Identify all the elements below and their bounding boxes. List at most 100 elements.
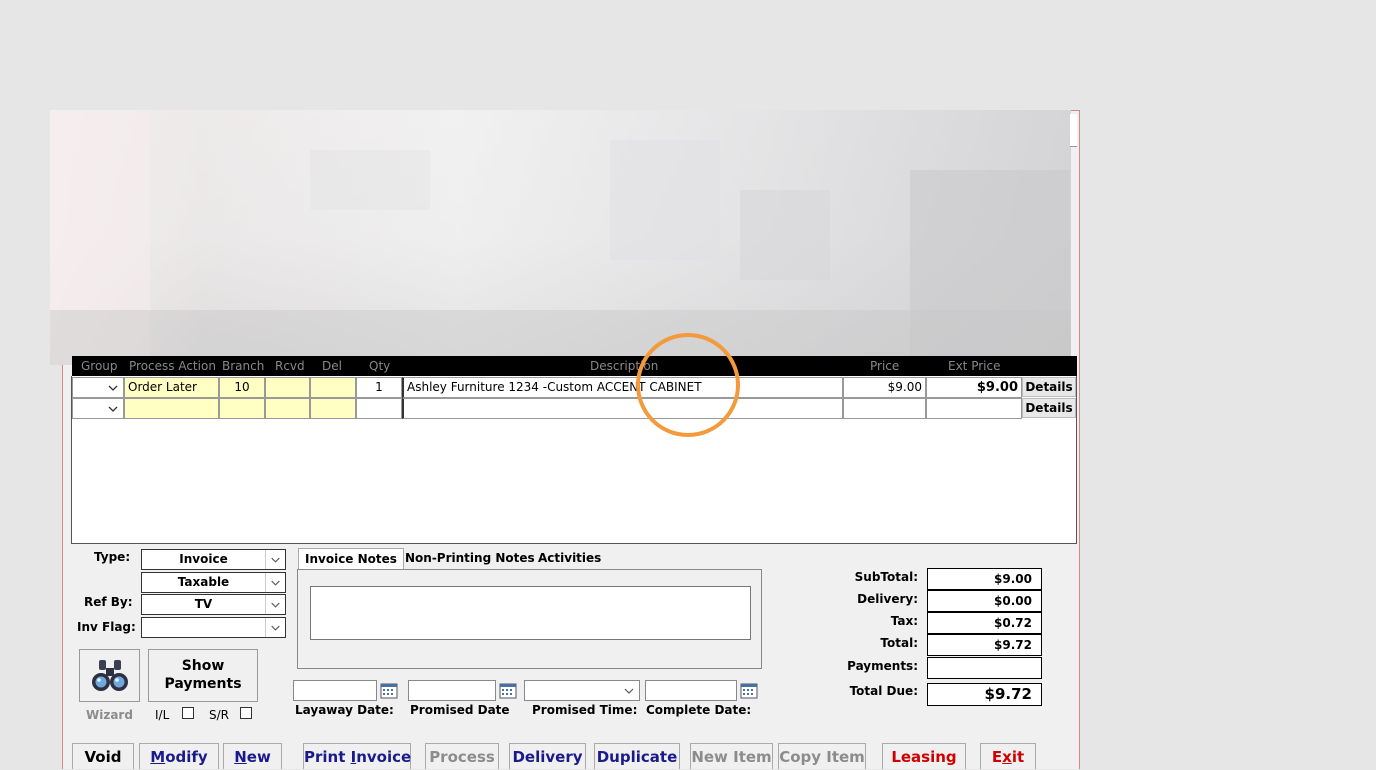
- promised-time-label: Promised Time:: [532, 703, 638, 717]
- type-select[interactable]: Invoice: [141, 549, 286, 570]
- process-button[interactable]: Process: [425, 743, 499, 769]
- promised-time-select[interactable]: [524, 680, 640, 701]
- del-cell[interactable]: [310, 398, 356, 419]
- ref-by-select[interactable]: TV: [141, 594, 286, 615]
- group-cell[interactable]: [72, 377, 124, 398]
- tab-non-printing-notes[interactable]: Non-Printing Notes: [399, 548, 541, 569]
- tax-value: Taxable: [177, 575, 230, 589]
- modify-button[interactable]: Modify: [139, 743, 219, 769]
- chevron-down-icon[interactable]: [265, 595, 285, 614]
- col-price: Price: [870, 359, 900, 373]
- calendar-icon[interactable]: [379, 681, 399, 700]
- show-payments-label-2: Payments: [164, 676, 242, 692]
- table-row[interactable]: Order Later 10 1 Ashley Furniture 1234 -…: [72, 377, 1076, 398]
- total-label: Total:: [880, 636, 918, 650]
- group-cell[interactable]: [72, 398, 124, 419]
- grid-header: Group Process Action Branch Rcvd Del Qty…: [72, 356, 1076, 377]
- chevron-down-icon[interactable]: [621, 683, 637, 698]
- exit-label: it: [1011, 748, 1025, 766]
- void-button[interactable]: Void: [72, 743, 134, 769]
- branch-cell[interactable]: [219, 398, 265, 419]
- calendar-icon[interactable]: [498, 681, 518, 700]
- col-branch: Branch: [222, 359, 265, 373]
- table-row[interactable]: Details: [72, 398, 1076, 419]
- tax-label: Tax:: [890, 614, 918, 628]
- description-cell[interactable]: Ashley Furniture 1234 -Custom ACCENT CAB…: [402, 377, 843, 398]
- show-payments-button[interactable]: Show Payments: [148, 649, 258, 702]
- type-label: Type:: [94, 550, 131, 564]
- complete-date-input[interactable]: [645, 680, 737, 701]
- chevron-down-icon[interactable]: [265, 618, 285, 637]
- invoice-notes-textarea[interactable]: [310, 586, 751, 640]
- process-action-cell[interactable]: Order Later: [124, 377, 219, 398]
- print-label: nvoice: [356, 748, 412, 766]
- wizard-label: Wizard: [86, 708, 133, 722]
- redacted-area: [50, 110, 1071, 365]
- calendar-icon[interactable]: [739, 681, 759, 700]
- print-label-pre: Print: [304, 748, 351, 766]
- price-cell[interactable]: [843, 398, 926, 419]
- tab-activities[interactable]: Activities: [532, 548, 607, 569]
- new-mnemonic: N: [234, 748, 247, 766]
- payments-value: [927, 657, 1042, 679]
- new-item-button[interactable]: New Item: [690, 743, 773, 769]
- ext-price-cell: [926, 398, 1022, 419]
- chevron-down-icon[interactable]: [106, 380, 120, 395]
- ref-by-label: Ref By:: [84, 595, 133, 609]
- rcvd-cell[interactable]: [265, 377, 310, 398]
- il-checkbox[interactable]: [182, 707, 194, 719]
- promised-date-input[interactable]: [408, 680, 496, 701]
- subtotal-value: $9.00: [927, 568, 1042, 590]
- leasing-button[interactable]: Leasing: [882, 743, 966, 769]
- exit-button[interactable]: Exit: [980, 743, 1036, 769]
- total-due-label: Total Due:: [849, 684, 918, 698]
- chevron-down-icon[interactable]: [265, 573, 285, 592]
- wizard-button[interactable]: [79, 649, 140, 702]
- price-cell[interactable]: $9.00: [843, 377, 926, 398]
- show-payments-label-1: Show: [181, 658, 225, 674]
- tax-select[interactable]: Taxable: [141, 572, 286, 593]
- promised-date-label: Promised Date: [410, 703, 510, 717]
- col-qty: Qty: [369, 359, 391, 373]
- process-action-cell[interactable]: [124, 398, 219, 419]
- delivery-label: Delivery:: [857, 592, 918, 606]
- details-button[interactable]: Details: [1022, 398, 1076, 418]
- tab-invoice-notes[interactable]: Invoice Notes: [298, 548, 404, 569]
- sr-label: S/R: [209, 708, 229, 722]
- description-cell[interactable]: [402, 398, 843, 419]
- type-value: Invoice: [179, 552, 228, 566]
- print-invoice-button[interactable]: Print Invoice: [303, 743, 411, 769]
- qty-cell[interactable]: [356, 398, 402, 419]
- exit-mnemonic: x: [1002, 748, 1012, 766]
- ref-by-value: TV: [194, 597, 213, 611]
- branch-cell[interactable]: 10: [219, 377, 265, 398]
- delivery-value: $0.00: [927, 590, 1042, 612]
- chevron-down-icon[interactable]: [265, 550, 285, 569]
- details-button[interactable]: Details: [1022, 377, 1076, 397]
- col-group: Group: [81, 359, 118, 373]
- modify-mnemonic: M: [150, 748, 166, 766]
- binoculars-icon: [92, 660, 128, 691]
- subtotal-label: SubTotal:: [854, 570, 918, 584]
- tax-value: $0.72: [927, 612, 1042, 634]
- exit-label-pre: E: [991, 748, 1003, 766]
- delivery-button[interactable]: Delivery: [509, 743, 586, 769]
- complete-date-label: Complete Date:: [646, 703, 752, 717]
- total-due-value: $9.72: [927, 683, 1042, 706]
- highlight-ring: [636, 333, 740, 437]
- layaway-date-input[interactable]: [293, 680, 377, 701]
- new-button[interactable]: New: [223, 743, 282, 769]
- rcvd-cell[interactable]: [265, 398, 310, 419]
- modify-label: odify: [165, 748, 208, 766]
- inv-flag-label: Inv Flag:: [77, 620, 136, 634]
- sr-checkbox[interactable]: [240, 707, 252, 719]
- duplicate-button[interactable]: Duplicate: [594, 743, 680, 769]
- chevron-down-icon[interactable]: [106, 401, 120, 416]
- del-cell[interactable]: [310, 377, 356, 398]
- qty-cell[interactable]: 1: [356, 377, 402, 398]
- top-right-field: [1070, 114, 1077, 147]
- copy-item-button[interactable]: Copy Item: [778, 743, 866, 769]
- inv-flag-select[interactable]: [141, 617, 286, 638]
- col-ext-price: Ext Price: [948, 359, 1001, 373]
- header-edge: [1070, 356, 1077, 377]
